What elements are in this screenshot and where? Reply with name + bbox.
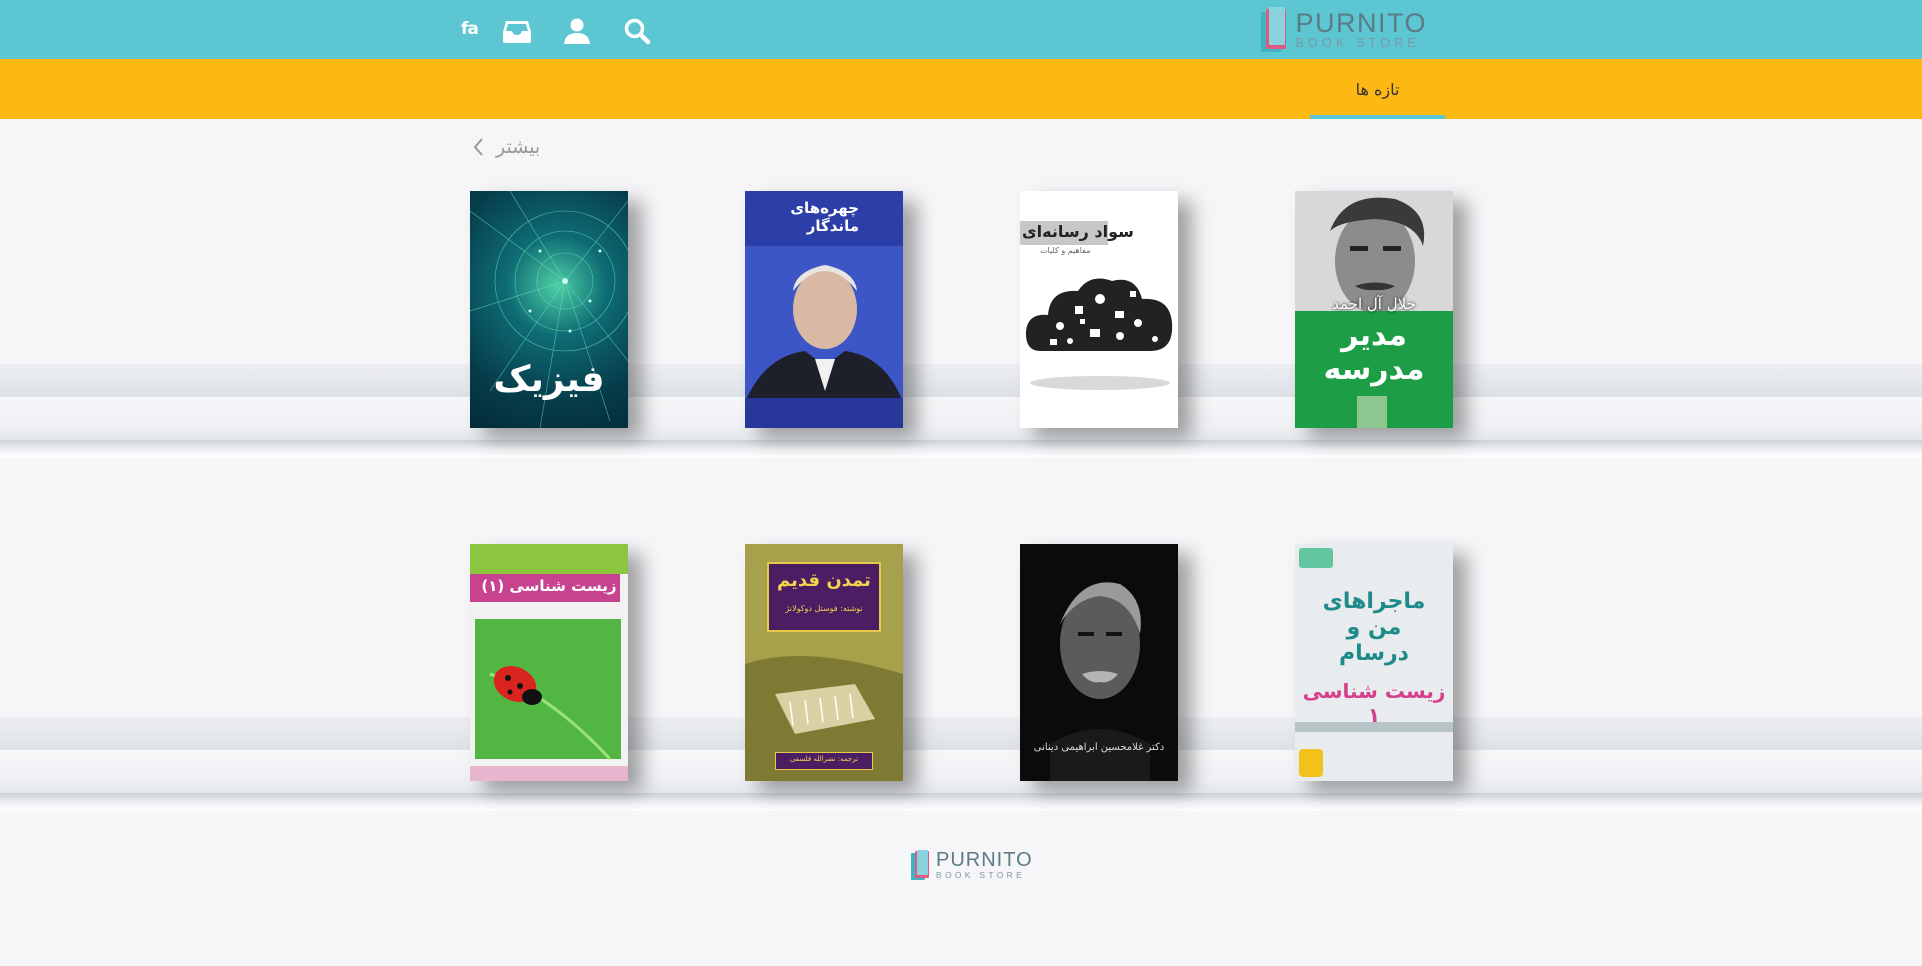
- publisher-badge: [1299, 548, 1333, 568]
- brand-logo[interactable]: PURNITO BOOK STORE: [1259, 6, 1427, 54]
- book-subtitle: زیست شناسی ۱: [1302, 679, 1446, 727]
- book-cover-school-principal[interactable]: جلال آل احمد مدیر مدرسه: [1295, 191, 1453, 428]
- publisher-logo: [1299, 749, 1323, 777]
- publisher-logo: [1357, 396, 1387, 428]
- book-title: مدیر مدرسه: [1323, 318, 1425, 387]
- book-title: تمدن قدیم: [777, 570, 871, 591]
- book-title: ماجراهای من و درسام: [1322, 589, 1426, 666]
- book-cover-dinani[interactable]: دکتر غلامحسین ابراهیمی دینانی: [1020, 544, 1178, 781]
- tab-bar: تازه ها: [0, 59, 1922, 119]
- book-cover-biology-1[interactable]: زیست شناسی (۱): [470, 544, 628, 781]
- book-cover-memorable-faces[interactable]: چهره‌های ماندگار: [745, 191, 903, 428]
- ladybug-photo: [470, 619, 628, 781]
- book-cover-biology-workbook[interactable]: ماجراهای من و درسام زیست شناسی ۱: [1295, 544, 1453, 781]
- book-author: جلال آل احمد: [1332, 295, 1416, 313]
- shelf-edge: [0, 793, 1922, 811]
- brand-subtitle: BOOK STORE: [1295, 36, 1420, 50]
- more-link[interactable]: بیشتر: [472, 136, 540, 158]
- book-cover-physics[interactable]: فیزیک: [470, 191, 628, 428]
- chevron-left-icon: [473, 138, 483, 156]
- search-icon[interactable]: [620, 14, 654, 48]
- tab-new-releases[interactable]: تازه ها: [1310, 59, 1445, 119]
- shelf-front: [0, 397, 1922, 440]
- footer-strip: [1295, 722, 1453, 732]
- more-label: بیشتر: [496, 136, 541, 158]
- brand-subtitle: BOOK STORE: [936, 869, 1026, 880]
- cloud-icons-illustration: [1025, 278, 1173, 390]
- user-icon[interactable]: [560, 14, 594, 48]
- top-bar: fa PURNITO BOOK STORE: [0, 0, 1922, 59]
- brand-name: PURNITO: [936, 848, 1033, 871]
- inbox-icon[interactable]: [500, 14, 534, 48]
- book-cover-ancient-civilization[interactable]: تمدن قدیم نوشته: فوستل دوکولانژ ترجمه: ن…: [745, 544, 903, 781]
- books-logo-icon: [1261, 7, 1287, 52]
- book-author: دکتر غلامحسین ابراهیمی دینانی: [1033, 742, 1165, 753]
- book-title: فیزیک: [493, 359, 605, 400]
- portrait-photo: [745, 246, 903, 428]
- author-portrait: [1295, 191, 1453, 311]
- language-switch[interactable]: fa: [461, 19, 479, 39]
- footer-brand-logo[interactable]: PURNITO BOOK STORE: [910, 849, 1033, 881]
- shelf-front: [0, 750, 1922, 793]
- brand-name: PURNITO: [1295, 8, 1427, 38]
- book-cover-media-literacy[interactable]: سواد رسانه‌ای مفاهیم و کلیات: [1020, 191, 1178, 428]
- books-logo-icon: [911, 850, 929, 880]
- shelf-edge: [0, 440, 1922, 458]
- book-translator: ترجمه: نصرالله فلسفی: [789, 755, 859, 763]
- book-author: نوشته: فوستل دوکولانژ: [785, 604, 863, 613]
